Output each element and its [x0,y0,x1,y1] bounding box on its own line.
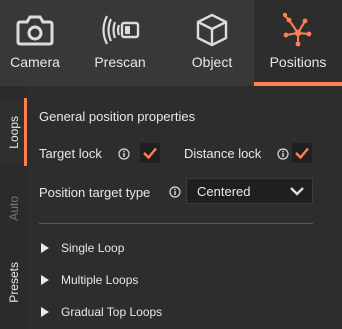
prescan-icon [98,12,142,48]
loops-panel: General position properties Target lock … [27,86,342,329]
info-icon[interactable] [169,186,181,198]
cube-icon [195,12,229,48]
chevron-down-icon [290,187,304,196]
expand-triangle-icon [41,307,49,317]
side-tab-presets[interactable]: Presets [0,246,27,318]
tab-prescan[interactable]: Prescan [70,0,170,86]
loop-item-label: Gradual Top Loops [61,305,163,319]
info-icon[interactable] [118,148,130,160]
side-tab-loops-label: Loops [6,115,21,149]
tab-positions[interactable]: Positions [254,0,342,86]
info-icon[interactable] [277,148,289,160]
side-tab-bar: Loops Auto Presets [0,86,27,329]
top-tab-bar: Camera Prescan Object Positions [0,0,342,86]
checkmark-icon [295,147,309,160]
distance-lock-label: Distance lock [184,146,262,161]
section-title: General position properties [39,109,196,124]
side-tab-auto[interactable]: Auto [0,174,27,242]
side-tab-auto-label: Auto [6,195,21,221]
expand-triangle-icon [41,275,49,285]
positions-network-icon [280,12,316,48]
camera-icon [16,12,54,48]
tab-object-label: Object [191,54,233,70]
loop-item-label: Multiple Loops [61,273,139,287]
loop-item-multiple-loops[interactable]: Multiple Loops [39,270,138,290]
expand-triangle-icon [41,243,49,253]
position-target-type-select[interactable]: Centered [186,178,313,204]
tab-object[interactable]: Object [170,0,254,86]
tab-prescan-label: Prescan [94,54,146,70]
position-target-type-label: Position target type [39,185,151,200]
tab-positions-label: Positions [269,54,327,70]
divider [39,223,313,224]
loop-item-label: Single Loop [61,241,125,255]
side-tab-presets-label: Presets [6,261,21,303]
tab-camera-label: Camera [10,54,60,70]
checkmark-icon [143,147,157,160]
distance-lock-checkbox[interactable] [292,143,312,163]
app-window: Camera Prescan Object Positions Loops Au… [0,0,342,329]
target-lock-checkbox[interactable] [140,143,160,163]
side-tab-loops[interactable]: Loops [0,98,27,166]
loop-item-gradual-top-loops[interactable]: Gradual Top Loops [39,302,162,322]
select-value: Centered [197,183,251,199]
loop-item-single-loop[interactable]: Single Loop [39,238,124,258]
target-lock-label: Target lock [39,146,102,161]
tab-camera[interactable]: Camera [0,0,70,86]
